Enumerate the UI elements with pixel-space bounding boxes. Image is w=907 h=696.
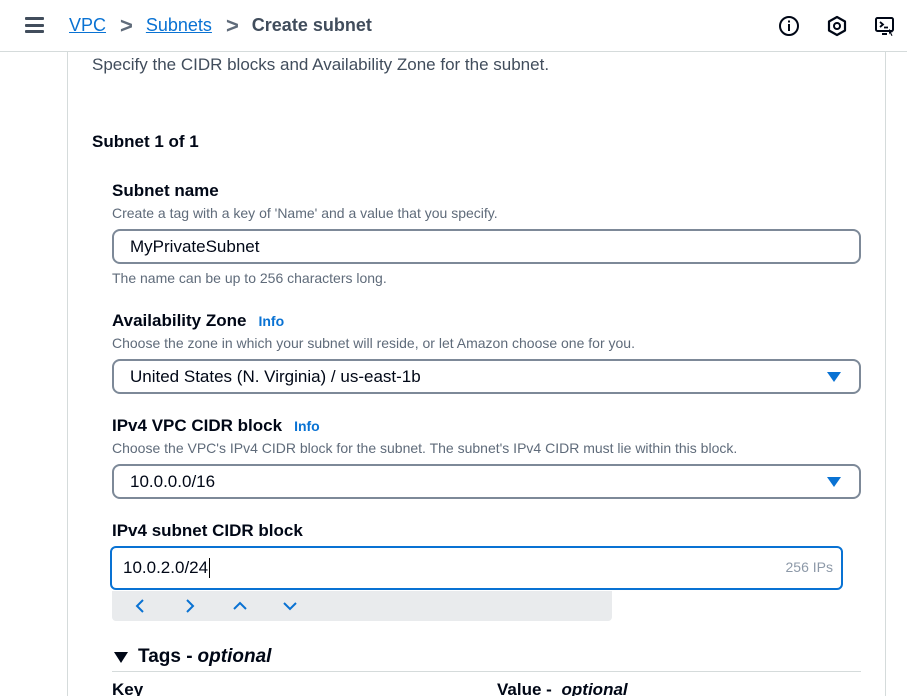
top-navigation-bar: VPC > Subnets > Create subnet [0,0,907,52]
settings-hexagon-icon[interactable] [825,14,849,38]
subnet-cidr-label: IPv4 subnet CIDR block [112,521,303,540]
vpc-cidr-label: IPv4 VPC CIDR block Info [112,416,320,436]
subnet-name-constraint: The name can be up to 256 characters lon… [112,270,387,286]
up-arrow-icon[interactable] [230,596,250,616]
subnet-cidr-value: 10.0.2.0/24 [123,558,209,577]
subnet-name-label: Subnet name [112,181,219,200]
section-description: Specify the CIDR blocks and Availability… [92,55,550,74]
tags-optional: optional [197,646,272,667]
ime-candidate-toolbar [112,591,612,621]
top-icon-group [777,14,897,38]
down-arrow-icon[interactable] [280,596,300,616]
info-icon[interactable] [777,14,801,38]
subnet-heading: Subnet 1 of 1 [92,132,199,151]
subnet-name-value: MyPrivateSubnet [130,236,260,256]
availability-zone-value: United States (N. Virginia) / us-east-1b [130,366,421,386]
subnet-name-hint: Create a tag with a key of 'Name' and a … [112,205,498,221]
tags-label: Tags - [138,646,193,667]
vpc-cidr-info-link[interactable]: Info [294,418,320,434]
subnet-cidr-input[interactable]: 10.0.2.0/24 256 IPs [110,546,843,590]
availability-zone-select[interactable]: United States (N. Virginia) / us-east-1b [112,359,861,394]
vpc-cidr-label-text: IPv4 VPC CIDR block [112,416,283,435]
tag-value-optional: optional [561,680,628,696]
breadcrumb-vpc[interactable]: VPC [69,15,106,36]
tags-expander[interactable]: Tags - optional [114,646,271,668]
breadcrumb-separator: > [225,12,239,38]
vpc-cidr-hint: Choose the VPC's IPv4 CIDR block for the… [112,440,738,456]
breadcrumb-current: Create subnet [251,15,372,35]
breadcrumb-subnets[interactable]: Subnets [146,15,212,36]
breadcrumb-separator: > [120,12,133,38]
right-arrow-icon[interactable] [180,596,200,616]
text-cursor [209,558,211,578]
tag-value-header: Value - optional [497,680,628,696]
availability-zone-label-text: Availability Zone [112,311,247,330]
availability-zone-info-link[interactable]: Info [258,313,284,329]
dropdown-caret-icon [827,477,841,487]
availability-zone-label: Availability Zone Info [112,311,284,331]
divider [112,671,861,672]
vpc-cidr-value: 10.0.0.0/16 [130,471,216,491]
availability-zone-hint: Choose the zone in which your subnet wil… [112,335,635,351]
left-arrow-icon[interactable] [130,596,150,616]
dropdown-caret-icon [827,372,841,382]
cloudshell-icon[interactable] [873,14,897,38]
subnet-name-input[interactable]: MyPrivateSubnet [112,229,861,264]
menu-icon[interactable] [25,17,44,33]
breadcrumb: VPC > Subnets > Create subnet [69,12,372,38]
expand-triangle-icon [114,651,128,663]
tag-key-header: Key [112,680,144,696]
ip-count-hint: 256 IPs [785,559,833,575]
tag-value-header-text: Value - [497,680,557,696]
vpc-cidr-select[interactable]: 10.0.0.0/16 [112,464,861,499]
